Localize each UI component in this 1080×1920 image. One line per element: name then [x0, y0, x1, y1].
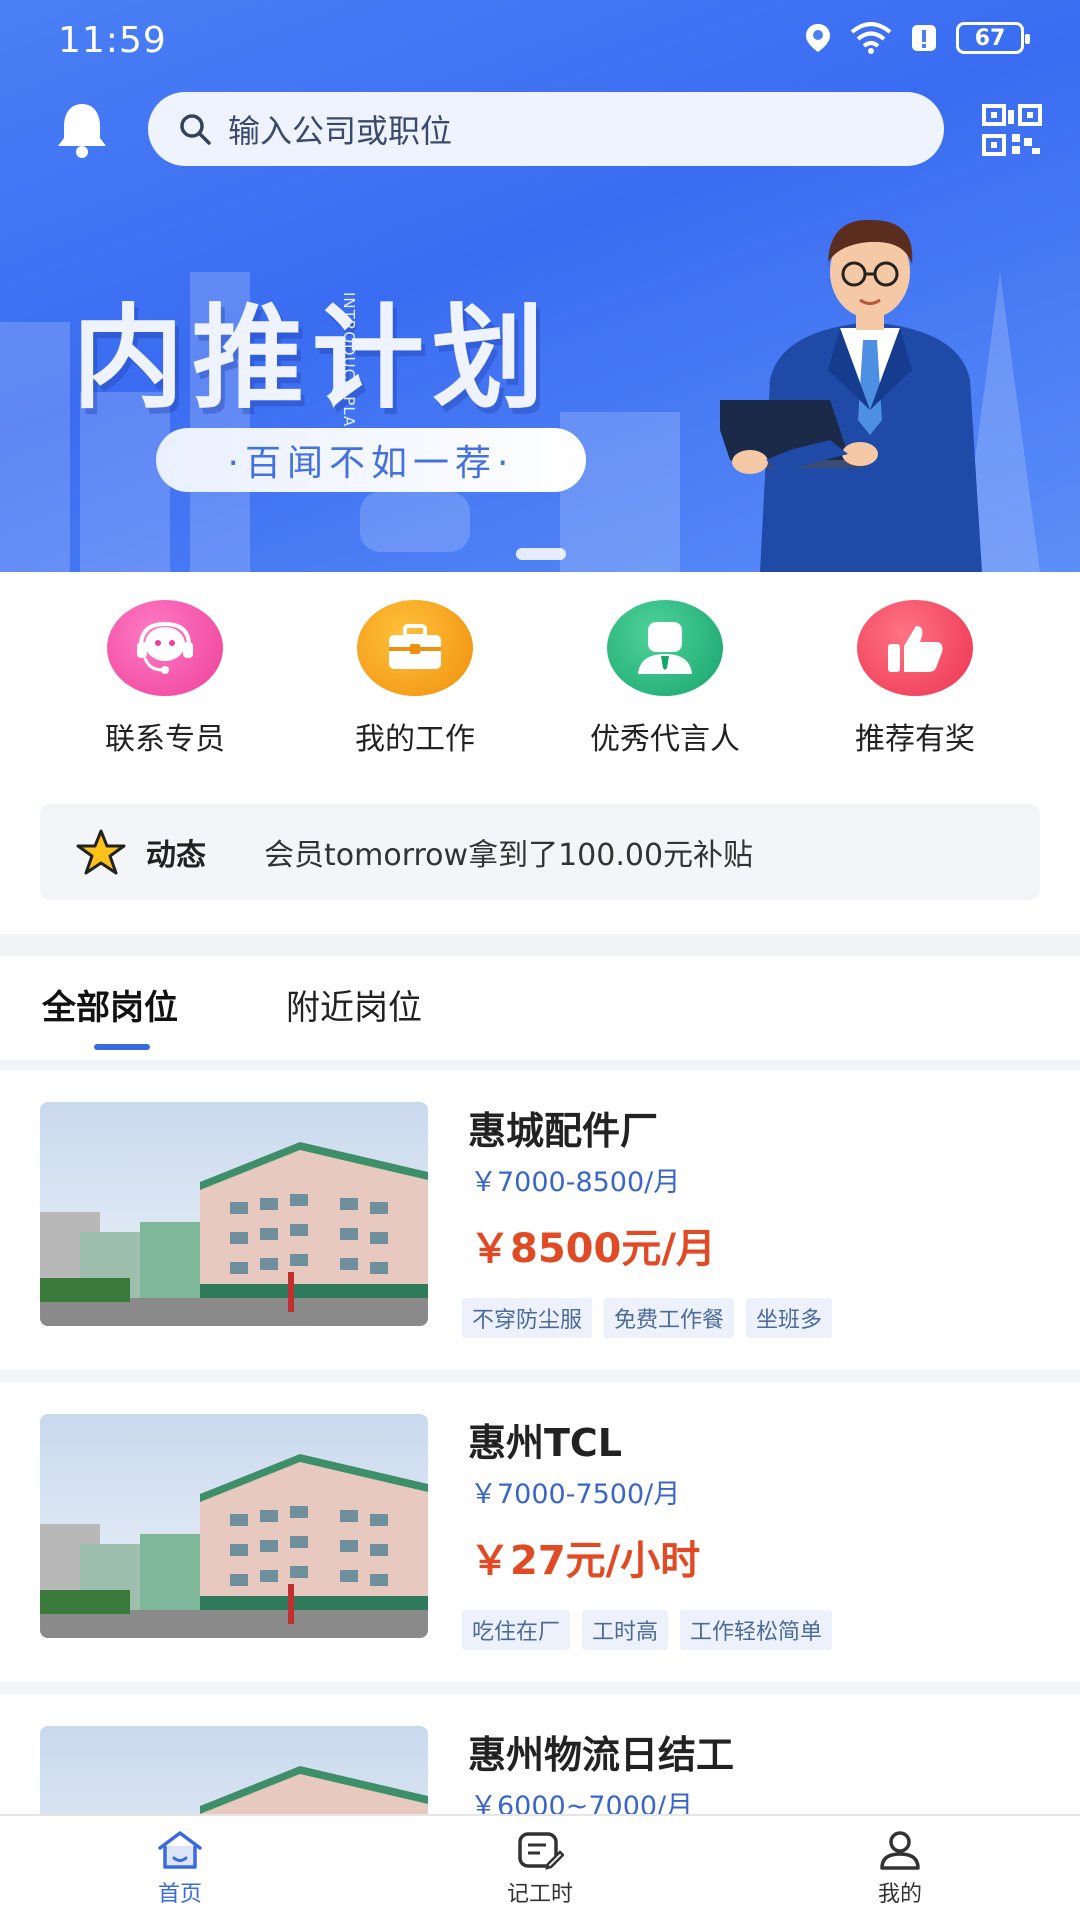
alert-icon — [912, 25, 936, 51]
news-ticker[interactable]: 动态 会员tomorrow拿到了100.00元补贴 — [40, 804, 1040, 900]
job-salary-range: ￥7000-7500/月 — [470, 1479, 681, 1510]
quick-item-label: 优秀代言人 — [590, 722, 740, 757]
headset-icon — [107, 600, 223, 696]
location-icon — [806, 24, 830, 52]
wifi-icon — [850, 22, 892, 54]
job-tag: 不穿防尘服 — [462, 1298, 593, 1338]
job-tag: 坐班多 — [746, 1298, 833, 1338]
qr-scan-icon[interactable] — [982, 104, 1042, 156]
ticker-title: 动态 — [146, 838, 206, 873]
job-card[interactable]: 惠城配件厂 ￥7000-8500/月 ￥8500元/月 不穿防尘服 免费工作餐 … — [0, 1070, 1080, 1370]
banner-title: 内推计划 — [72, 294, 552, 424]
quick-item-contact[interactable]: 联系专员 — [40, 600, 290, 760]
factory-photo — [40, 1414, 428, 1638]
section-divider — [0, 934, 1080, 956]
factory-photo — [40, 1726, 428, 1814]
job-card[interactable]: 惠州物流日结工 ￥6000~7000/月 — [0, 1694, 1080, 1814]
status-bar: 11:59 67 — [0, 0, 1080, 84]
nav-home[interactable]: 首页 — [0, 1816, 360, 1920]
thumbs-up-icon — [857, 600, 973, 696]
star-icon — [76, 829, 126, 875]
nav-label: 记工时 — [506, 1882, 573, 1907]
job-salary-range: ￥7000-8500/月 — [470, 1167, 681, 1198]
bell-icon[interactable] — [54, 100, 110, 158]
bottom-navigation: 首页 记工时 我的 — [0, 1814, 1080, 1920]
search-input[interactable]: 输入公司或职位 — [148, 92, 944, 166]
briefcase-icon — [357, 600, 473, 696]
quick-item-label: 我的工作 — [355, 722, 475, 757]
job-pay: ￥27元/小时 — [470, 1538, 701, 1584]
person-icon — [607, 600, 723, 696]
job-tag: 工作轻松简单 — [680, 1610, 833, 1650]
job-separator — [0, 1370, 1080, 1382]
job-tag: 吃住在厂 — [462, 1610, 571, 1650]
quick-item-referral-reward[interactable]: 推荐有奖 — [790, 600, 1040, 760]
businessman-illustration — [720, 219, 982, 572]
battery-indicator: 67 — [956, 22, 1030, 54]
tab-nearby-jobs[interactable]: 附近岗位 — [286, 980, 422, 1029]
quick-item-label: 推荐有奖 — [855, 722, 975, 757]
search-icon — [180, 114, 211, 145]
job-card[interactable]: 惠州TCL ￥7000-7500/月 ￥27元/小时 吃住在厂 工时高 工作轻松… — [0, 1382, 1080, 1682]
status-icons: 67 — [804, 22, 1030, 54]
tab-all-jobs[interactable]: 全部岗位 — [42, 980, 178, 1029]
factory-photo — [40, 1102, 428, 1326]
job-separator — [0, 1682, 1080, 1694]
job-tags: 不穿防尘服 免费工作餐 坐班多 — [462, 1298, 833, 1338]
job-pay: ￥8500元/月 — [470, 1226, 716, 1272]
carousel-indicator[interactable] — [516, 548, 566, 560]
nav-label: 首页 — [157, 1882, 202, 1907]
profile-icon — [880, 1831, 920, 1870]
job-salary-range: ￥6000~7000/月 — [470, 1791, 694, 1814]
job-name: 惠城配件厂 — [468, 1109, 659, 1153]
ticker-text: 会员tomorrow拿到了100.00元补贴 — [264, 838, 754, 873]
banner-subtitle: ·百闻不如一荐· — [156, 428, 586, 492]
nav-label: 我的 — [877, 1882, 922, 1907]
tab-active-indicator — [94, 1044, 150, 1050]
quick-item-my-job[interactable]: 我的工作 — [290, 600, 540, 760]
job-name: 惠州物流日结工 — [468, 1733, 735, 1777]
home-icon — [158, 1831, 202, 1869]
quick-item-spokesperson[interactable]: 优秀代言人 — [540, 600, 790, 760]
banner-intro-text: INTRODUCE PLAN — [340, 292, 358, 440]
job-tag: 免费工作餐 — [604, 1298, 735, 1338]
quick-menu: 联系专员 我的工作 优秀代言人 推荐有奖 — [0, 600, 1080, 760]
nav-timesheet[interactable]: 记工时 — [360, 1816, 720, 1920]
search-placeholder: 输入公司或职位 — [228, 112, 453, 150]
job-name: 惠州TCL — [468, 1421, 623, 1465]
job-tags: 吃住在厂 工时高 工作轻松简单 — [462, 1610, 833, 1650]
nav-profile[interactable]: 我的 — [720, 1816, 1080, 1920]
job-tag: 工时高 — [582, 1610, 669, 1650]
job-tabs: 全部岗位 附近岗位 — [0, 956, 1080, 1060]
section-divider — [0, 1060, 1080, 1070]
status-time: 11:59 — [58, 20, 167, 61]
banner[interactable]: 11:59 67 输入公司或职位 内推计划 INTRODUCE PLAN ·百闻… — [0, 0, 1080, 572]
timesheet-icon — [518, 1832, 564, 1870]
quick-item-label: 联系专员 — [105, 722, 225, 757]
